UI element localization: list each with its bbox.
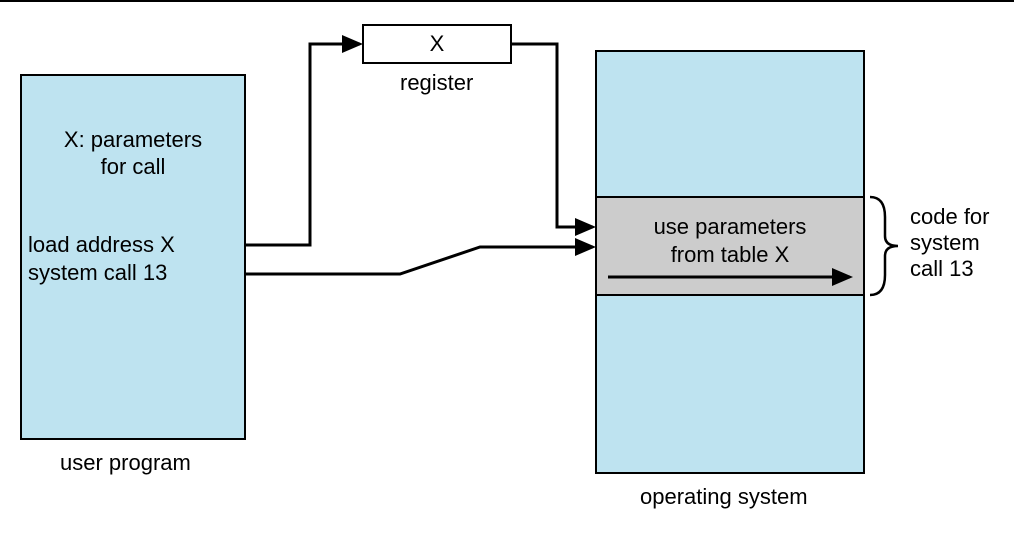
register-box: X — [362, 24, 512, 64]
brace-label-1: code for — [910, 204, 990, 230]
brace-label-2: system — [910, 230, 980, 256]
user-program-title-1: X: parameters — [20, 127, 246, 153]
user-program-title-2: for call — [20, 154, 246, 180]
user-program-load-address: load address X — [28, 232, 175, 258]
register-value: X — [430, 31, 445, 56]
operating-system-caption: operating system — [640, 484, 808, 510]
curly-brace-icon — [870, 197, 898, 295]
user-program-caption: user program — [60, 450, 191, 476]
brace-label-3: call 13 — [910, 256, 974, 282]
arrow-register-to-os — [512, 44, 593, 227]
arrow-syscall-to-os — [246, 247, 593, 274]
os-handler-line2: from table X — [595, 242, 865, 268]
register-label: register — [400, 70, 473, 96]
arrow-load-to-register — [246, 44, 360, 245]
user-program-system-call: system call 13 — [28, 260, 167, 286]
os-handler-line1: use parameters — [595, 214, 865, 240]
